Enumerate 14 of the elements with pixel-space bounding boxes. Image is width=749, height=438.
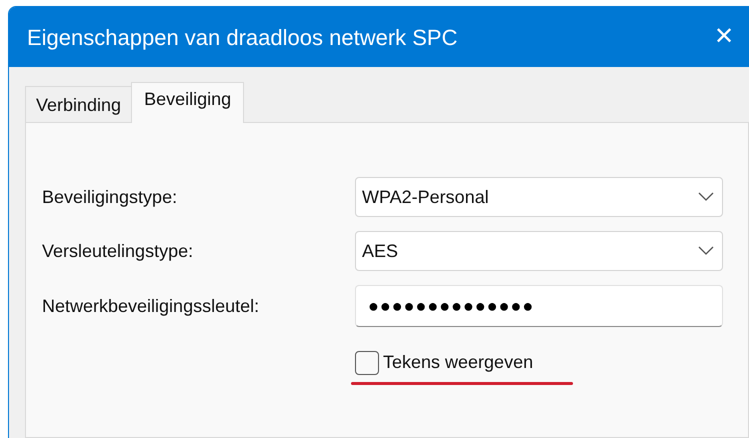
window-title: Eigenschappen van draadloos netwerk SPC [27,24,458,52]
tab[interactable]: Beveiliging [131,82,244,123]
checkbox[interactable] [355,350,379,374]
field-label: Versleutelingstype: [42,240,194,263]
field-label: Beveiligingstype: [42,186,178,209]
chevron-down-icon [698,192,714,202]
checkbox-label[interactable]: Tekens weergeven [383,349,534,376]
close-button[interactable]: ✕ [709,25,739,49]
chevron-down-icon [698,246,714,256]
tab[interactable]: Verbinding [25,86,132,123]
dropdown[interactable]: AES [355,231,723,271]
dropdown[interactable]: WPA2-Personal [355,177,723,217]
field-label: Netwerkbeveiligingssleutel: [42,294,260,318]
password-field[interactable]: ●●●●●●●●●●●●●● [355,285,723,327]
